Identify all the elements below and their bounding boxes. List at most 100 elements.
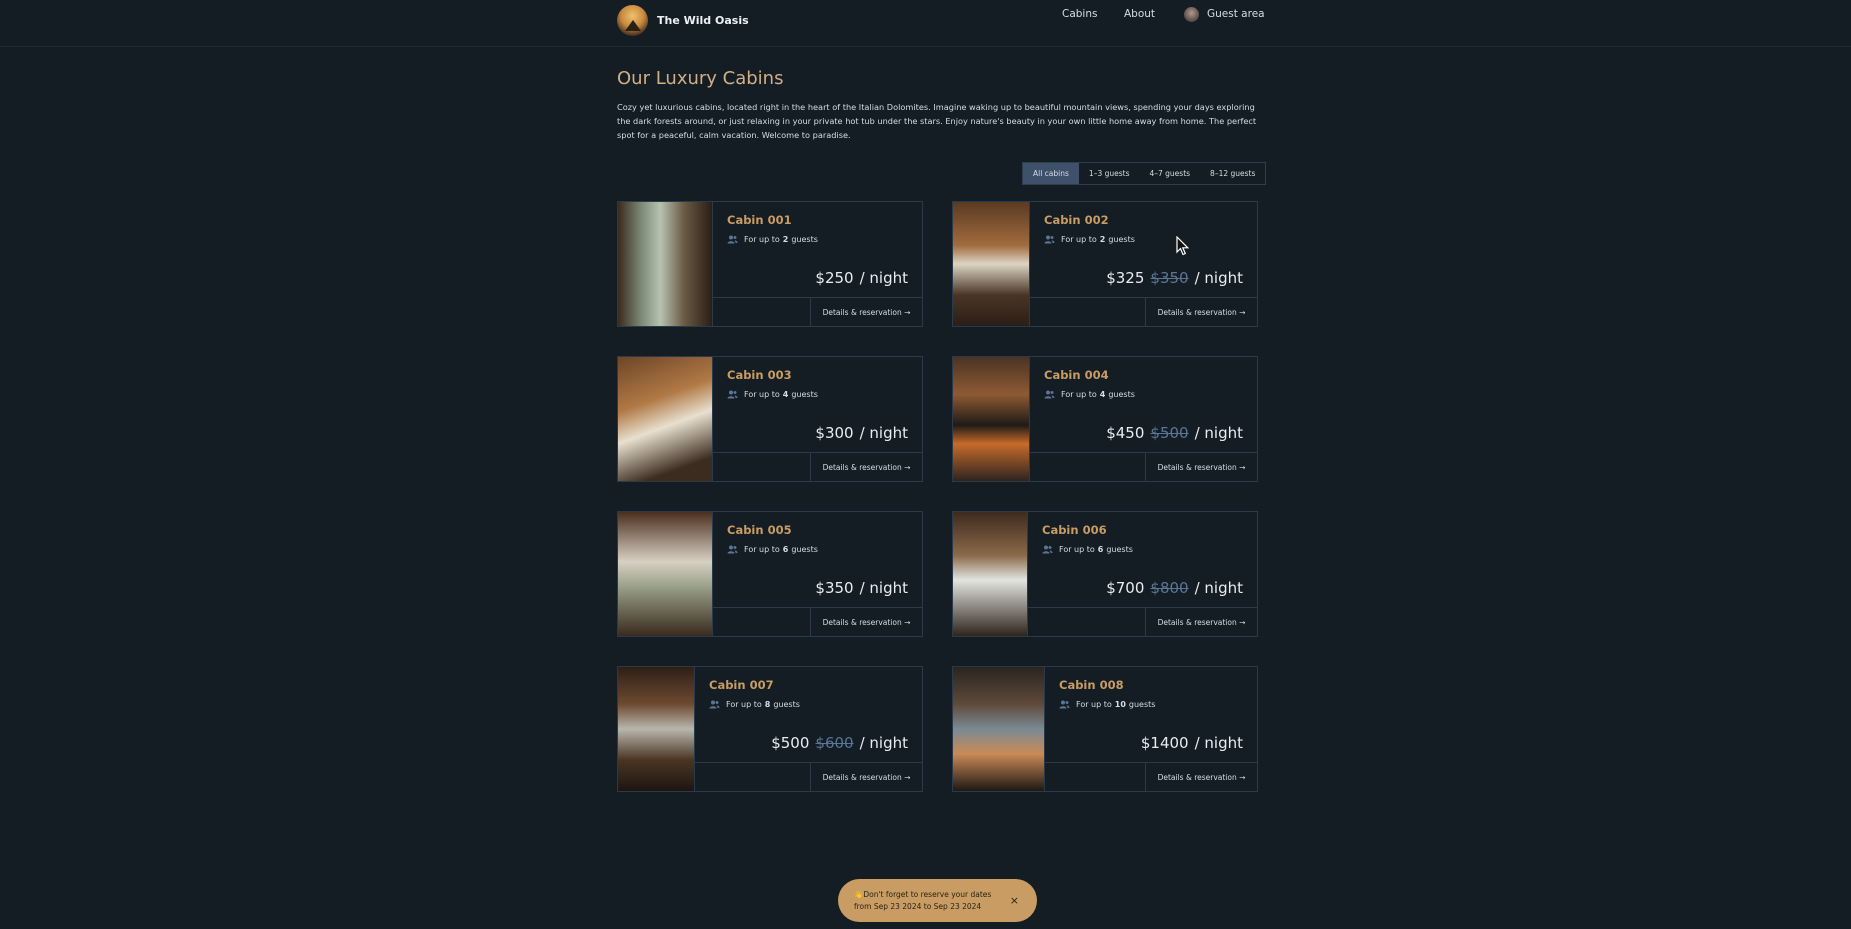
filter-medium[interactable]: 4–7 guests [1139, 163, 1200, 184]
cabin-price: $450 $500 / night [1106, 424, 1243, 442]
cabin-details: Cabin 002 For up to 2 guests $325 $350 / night [1029, 202, 1257, 297]
users-icon [727, 390, 738, 399]
cabin-capacity: For up to 6 guests [1042, 545, 1243, 554]
capacity-count: 8 [764, 700, 771, 709]
capacity-suffix: guests [791, 390, 818, 399]
cabin-details: Cabin 008 For up to 10 guests $1400 / night [1044, 667, 1257, 762]
price-current: $500 [771, 734, 810, 752]
cabin-price: $350 / night [815, 579, 908, 597]
price-current: $250 [815, 269, 854, 287]
cabin-card: Cabin 002 For up to 2 guests $325 $350 / night… [952, 201, 1258, 327]
details-reservation-link[interactable]: Details & reservation → [1145, 608, 1257, 636]
page-title: Our Luxury Cabins [617, 68, 784, 89]
capacity-prefix: For up to [1059, 545, 1095, 554]
capacity-filter: All cabins 1–3 guests 4–7 guests 8–12 gu… [1022, 162, 1267, 185]
price-unit: / night [1194, 269, 1243, 287]
cabin-capacity: For up to 4 guests [727, 390, 908, 399]
toast-line-1: 👋Don't forget to reserve your dates [854, 889, 992, 899]
capacity-prefix: For up to [744, 235, 780, 244]
cabin-details: Cabin 003 For up to 4 guests $300 / night [712, 357, 922, 452]
site-header: The Wild Oasis Cabins About Guest area [0, 0, 1851, 47]
price-current: $700 [1106, 579, 1145, 597]
price-original: $500 [1150, 424, 1189, 442]
details-reservation-link[interactable]: Details & reservation → [1145, 763, 1257, 791]
details-reservation-link[interactable]: Details & reservation → [810, 453, 922, 481]
price-current: $1400 [1140, 734, 1189, 752]
cabin-name: Cabin 005 [727, 523, 792, 537]
filter-all[interactable]: All cabins [1023, 163, 1079, 184]
cabin-info: Cabin 008 For up to 10 guests $1400 / night De… [1044, 667, 1257, 791]
card-footer: Details & reservation → [712, 607, 922, 636]
cabin-price: $700 $800 / night [1106, 579, 1243, 597]
cabin-photo [953, 512, 1027, 636]
price-original: $600 [815, 734, 854, 752]
cabin-price: $325 $350 / night [1106, 269, 1243, 287]
capacity-count: 6 [782, 545, 789, 554]
toast-message: 👋Don't forget to reserve your dates from… [854, 889, 1010, 913]
cabin-capacity: For up to 10 guests [1059, 700, 1243, 709]
cabin-info: Cabin 002 For up to 2 guests $325 $350 / night… [1029, 202, 1257, 326]
cabin-photo [953, 202, 1029, 326]
logo-icon [617, 5, 648, 36]
cabin-photo [618, 202, 712, 326]
capacity-suffix: guests [1108, 235, 1135, 244]
nav-guest-area[interactable]: Guest area [1184, 6, 1265, 22]
price-current: $300 [815, 424, 854, 442]
capacity-count: 6 [1097, 545, 1104, 554]
toast-line-2: from Sep 23 2024 to Sep 23 2024 [854, 901, 982, 911]
capacity-count: 4 [1099, 390, 1106, 399]
nav-cabins[interactable]: Cabins [1062, 8, 1122, 20]
capacity-prefix: For up to [744, 545, 780, 554]
avatar [1184, 6, 1199, 22]
reservation-toast: 👋Don't forget to reserve your dates from… [838, 879, 1037, 922]
close-icon[interactable]: × [1010, 894, 1019, 907]
card-footer: Details & reservation → [1027, 607, 1257, 636]
capacity-prefix: For up to [1076, 700, 1112, 709]
cabin-card: Cabin 007 For up to 8 guests $500 $600 / night… [617, 666, 923, 792]
cabin-photo [953, 357, 1029, 481]
price-original: $800 [1150, 579, 1189, 597]
filter-small[interactable]: 1–3 guests [1079, 163, 1140, 184]
cabin-capacity: For up to 8 guests [709, 700, 908, 709]
price-unit: / night [859, 424, 908, 442]
capacity-prefix: For up to [1061, 235, 1097, 244]
users-icon [727, 235, 738, 244]
cabin-name: Cabin 004 [1044, 368, 1109, 382]
capacity-suffix: guests [1128, 700, 1156, 709]
cabin-details: Cabin 007 For up to 8 guests $500 $600 / night [694, 667, 922, 762]
capacity-count: 10 [1114, 700, 1126, 709]
cabin-card: Cabin 005 For up to 6 guests $350 / night Deta… [617, 511, 923, 637]
details-reservation-link[interactable]: Details & reservation → [1145, 298, 1257, 326]
card-footer: Details & reservation → [1029, 297, 1257, 326]
details-reservation-link[interactable]: Details & reservation → [1145, 453, 1257, 481]
cabin-card: Cabin 006 For up to 6 guests $700 $800 / night… [952, 511, 1258, 637]
cabin-name: Cabin 001 [727, 213, 792, 227]
filter-large[interactable]: 8–12 guests [1200, 163, 1265, 184]
nav-about[interactable]: About [1124, 8, 1184, 20]
price-unit: / night [859, 579, 908, 597]
cabin-photo [953, 667, 1044, 791]
card-footer: Details & reservation → [694, 762, 922, 791]
cabin-info: Cabin 003 For up to 4 guests $300 / night Deta… [712, 357, 922, 481]
cabin-capacity: For up to 6 guests [727, 545, 908, 554]
cabin-capacity: For up to 2 guests [727, 235, 908, 244]
cabin-details: Cabin 004 For up to 4 guests $450 $500 / night [1029, 357, 1257, 452]
capacity-count: 4 [782, 390, 789, 399]
cabin-card: Cabin 008 For up to 10 guests $1400 / night De… [952, 666, 1258, 792]
logo[interactable]: The Wild Oasis [617, 5, 749, 36]
details-reservation-link[interactable]: Details & reservation → [810, 608, 922, 636]
cabin-photo [618, 667, 694, 791]
cabin-capacity: For up to 4 guests [1044, 390, 1243, 399]
capacity-suffix: guests [1108, 390, 1135, 399]
users-icon [727, 545, 738, 554]
cabin-name: Cabin 008 [1059, 678, 1124, 692]
cabin-name: Cabin 006 [1042, 523, 1107, 537]
cabin-info: Cabin 001 For up to 2 guests $250 / night Deta… [712, 202, 922, 326]
users-icon [709, 700, 720, 709]
users-icon [1044, 235, 1055, 244]
price-unit: / night [859, 734, 908, 752]
price-original: $350 [1150, 269, 1189, 287]
cabin-price: $300 / night [815, 424, 908, 442]
details-reservation-link[interactable]: Details & reservation → [810, 298, 922, 326]
details-reservation-link[interactable]: Details & reservation → [810, 763, 922, 791]
